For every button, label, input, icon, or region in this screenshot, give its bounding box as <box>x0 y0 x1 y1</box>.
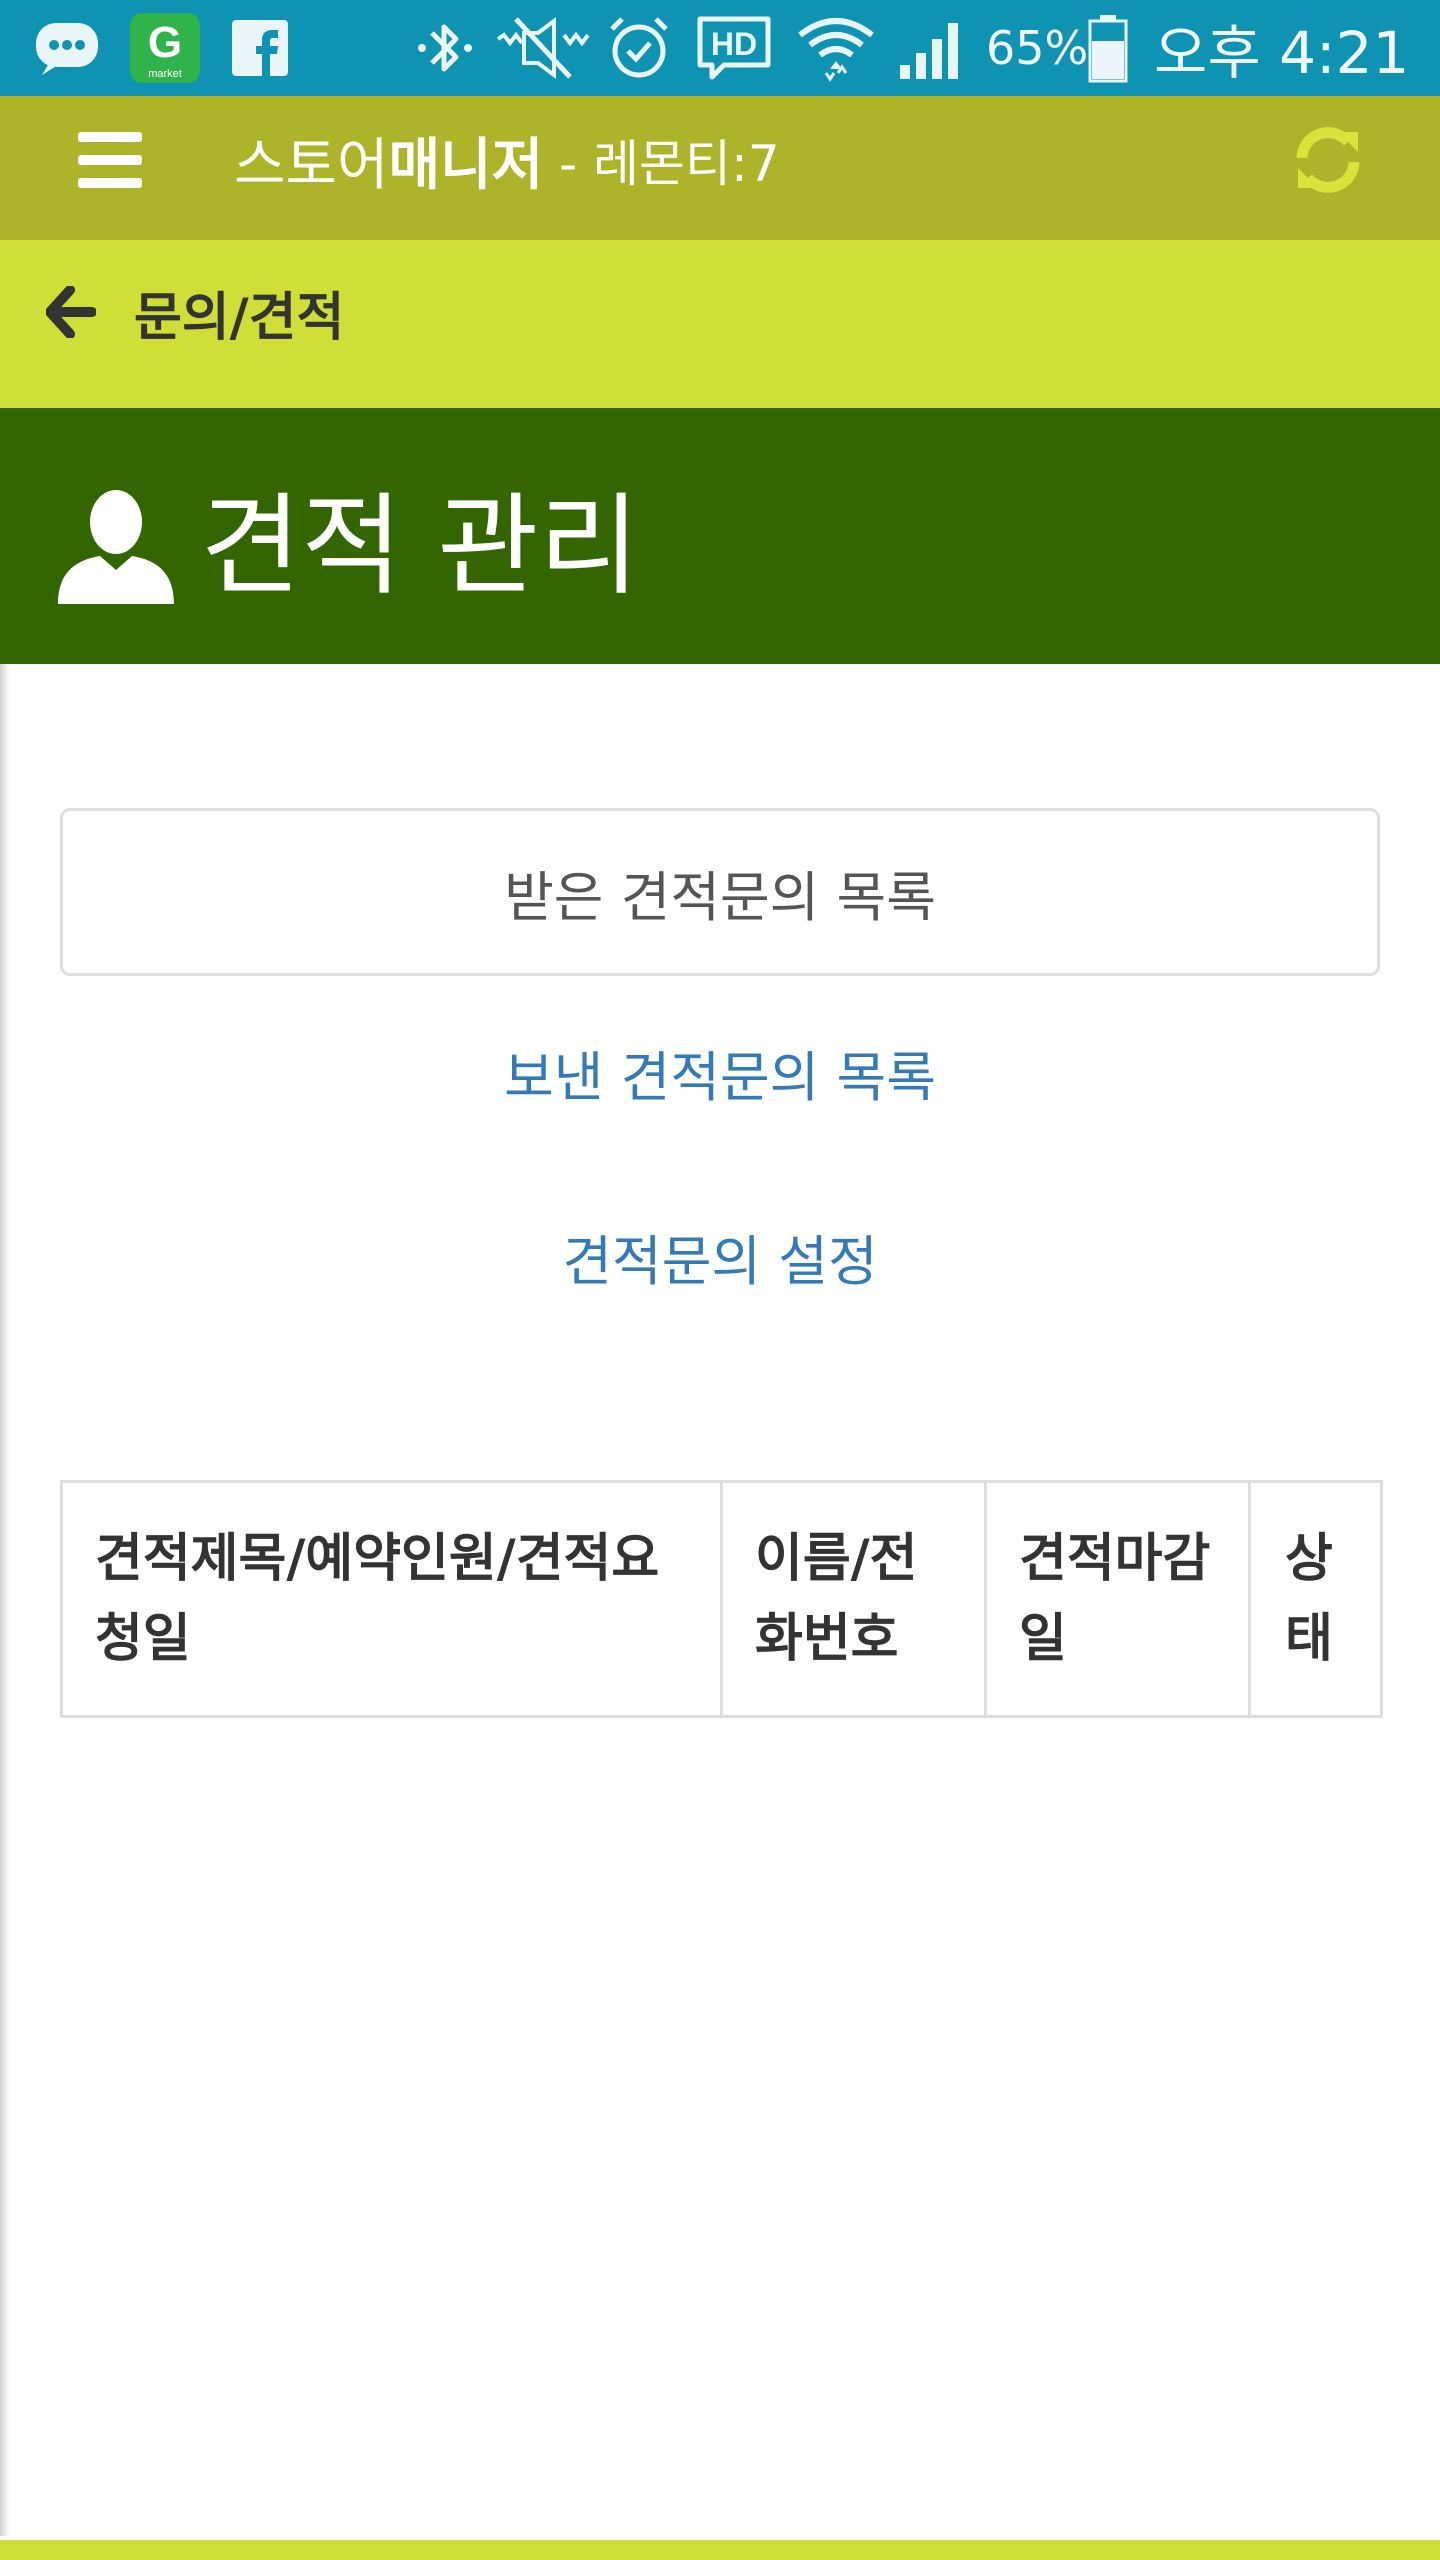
received-quotes-tab[interactable]: 받은 견적문의 목록 <box>60 808 1380 976</box>
status-bar: G market HD 65% 오후 4:21 <box>0 0 1440 96</box>
gmarket-logo-caption: market <box>148 68 182 80</box>
column-header-contact: 이름/전화번호 <box>720 1480 987 1718</box>
bottom-strip <box>0 2540 1440 2560</box>
quote-table: 견적제목/예약인원/견적요청일 이름/전화번호 견적마감일 상태 <box>60 1480 1383 1718</box>
hd-badge-text: HD <box>711 26 757 62</box>
page: G market HD 65% 오후 4:21 스토어 매니저 - 레몬티:7 … <box>0 0 1440 2560</box>
store-subtitle: - 레몬티:7 <box>559 135 780 193</box>
column-header-title: 견적제목/예약인원/견적요청일 <box>60 1480 723 1718</box>
breadcrumb-strip <box>0 384 1440 408</box>
page-header: 견적 관리 <box>0 408 1440 664</box>
arrow-left-icon[interactable] <box>45 285 97 339</box>
message-icon <box>34 0 100 96</box>
bluetooth-icon <box>412 0 478 96</box>
breadcrumb-label[interactable]: 문의/견적 <box>134 240 344 384</box>
sent-quotes-link[interactable]: 보낸 견적문의 목록 <box>60 1002 1380 1142</box>
mute-icon <box>494 0 590 96</box>
app-title-light: 스토어 <box>234 132 389 198</box>
breadcrumb-bar: 문의/견적 <box>0 240 1440 384</box>
column-header-deadline: 견적마감일 <box>984 1480 1251 1718</box>
user-icon <box>58 488 174 604</box>
quote-settings-link[interactable]: 견적문의 설정 <box>60 1186 1380 1326</box>
app-bar: 스토어 매니저 - 레몬티:7 <box>0 96 1440 240</box>
alarm-icon <box>606 0 672 96</box>
app-title-bold: 매니저 <box>388 132 544 198</box>
facebook-icon <box>232 0 288 96</box>
wifi-icon <box>796 0 876 96</box>
refresh-icon[interactable] <box>1292 124 1364 196</box>
battery-icon <box>1086 0 1130 96</box>
hamburger-menu-icon[interactable] <box>78 130 142 190</box>
gmarket-logo-text: G <box>148 18 182 67</box>
page-title: 견적 관리 <box>200 482 640 610</box>
battery-percent: 65% <box>986 21 1089 75</box>
app-title: 스토어 매니저 - 레몬티:7 <box>234 96 780 224</box>
column-header-status: 상태 <box>1248 1480 1383 1718</box>
signal-icon <box>896 0 968 96</box>
hd-icon: HD <box>694 0 774 96</box>
table-header-row: 견적제목/예약인원/견적요청일 이름/전화번호 견적마감일 상태 <box>60 1480 1383 1718</box>
clock-time: 오후 4:21 <box>1154 19 1410 87</box>
gmarket-app-icon: G market <box>130 0 200 96</box>
